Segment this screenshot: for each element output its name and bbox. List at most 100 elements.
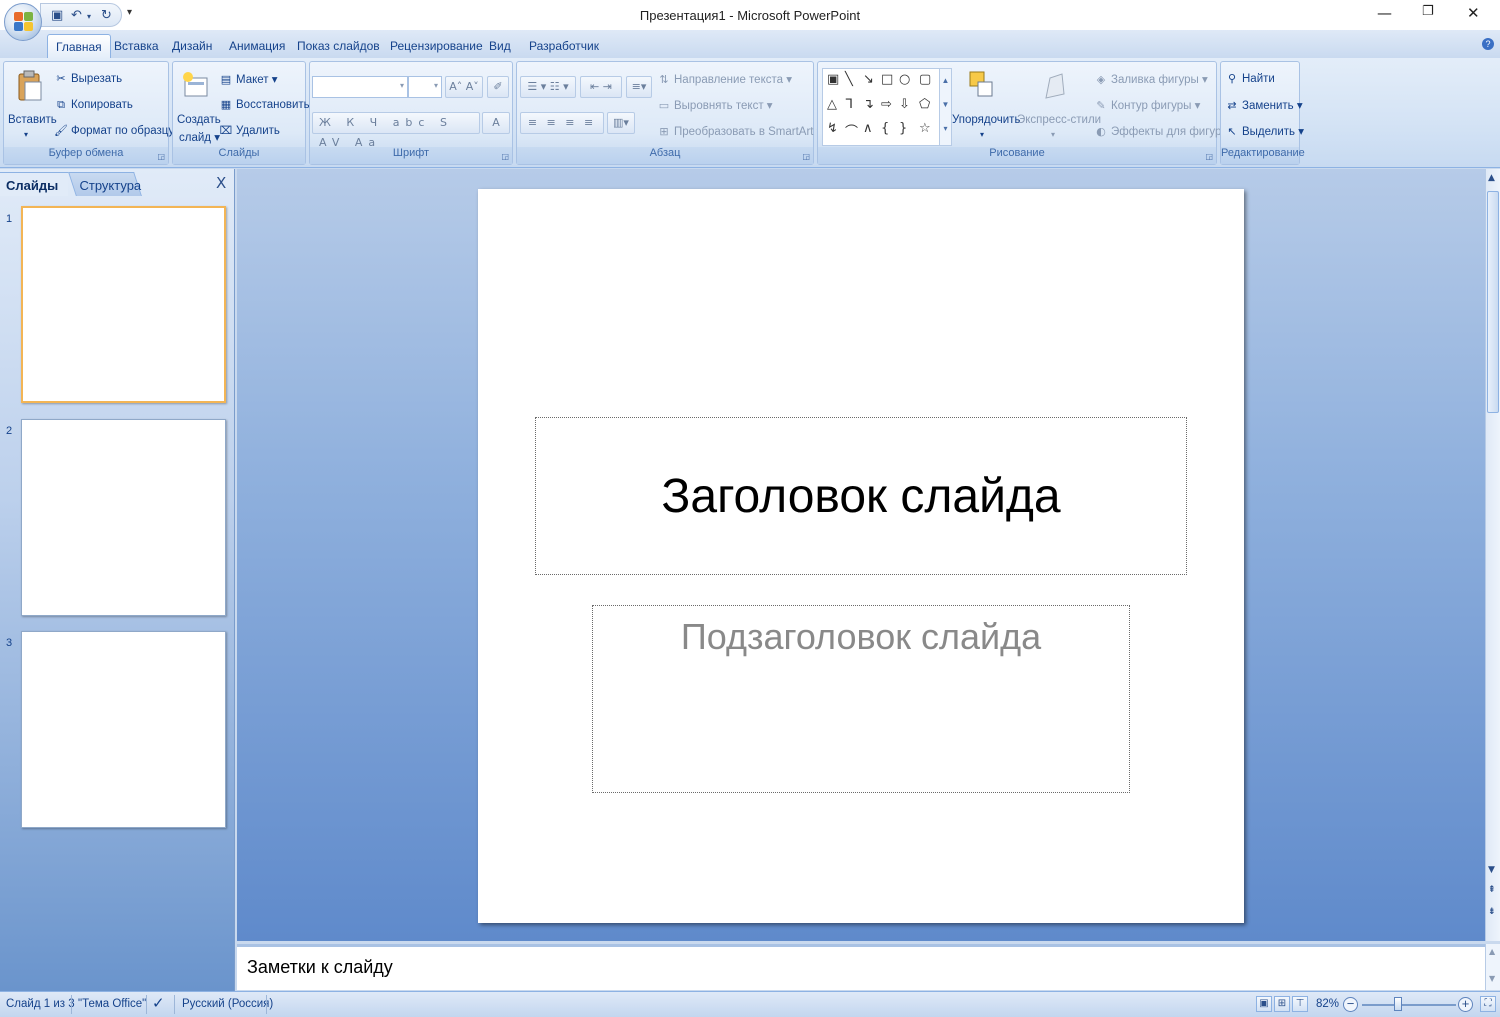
dialog-launcher-icon[interactable]: ◲ (1205, 152, 1213, 161)
line-shape-icon[interactable]: ╲ (845, 72, 853, 87)
close-panel-icon[interactable]: X (216, 174, 226, 192)
shape-fill-button[interactable]: ◈ Заливка фигуры ▾ (1094, 72, 1208, 86)
shapes-gallery-scroll[interactable]: ▲ ▼ ▾ (939, 69, 951, 145)
slide-sorter-view-icon[interactable]: ⊞ (1274, 996, 1290, 1012)
slide-canvas[interactable]: Заголовок слайда Подзаголовок слайда (478, 189, 1244, 923)
curve-shape-icon[interactable]: ∧ (863, 121, 873, 136)
freeform-shape-icon[interactable]: ↯ (827, 121, 838, 136)
down-arrow-shape-icon[interactable]: ⇩ (899, 97, 910, 112)
previous-slide-icon[interactable]: ⇞ (1488, 885, 1496, 895)
title-placeholder[interactable]: Заголовок слайда (535, 417, 1187, 575)
scroll-down-icon[interactable]: ▼ (1488, 865, 1495, 875)
dialog-launcher-icon[interactable]: ◲ (802, 152, 810, 161)
star-shape-icon[interactable]: ☆ (919, 121, 931, 136)
indent-icon[interactable]: ⇤ ⇥ (580, 76, 622, 98)
convert-smartart-button[interactable]: ⊞Преобразовать в SmartArt ▾ (657, 124, 822, 138)
tab-view[interactable]: Вид (489, 39, 511, 53)
find-button[interactable]: ⚲ Найти (1225, 72, 1275, 85)
align-text-button[interactable]: ▭ Выровнять текст ▾ (657, 98, 773, 112)
shape-outline-button[interactable]: ✎ Контур фигуры ▾ (1094, 98, 1200, 112)
font-size-combo[interactable]: ▾ (408, 76, 442, 98)
format-painter-button[interactable]: 🖌 Формат по образцу (54, 124, 174, 137)
normal-view-icon[interactable]: ▣ (1256, 996, 1272, 1012)
line-spacing-icon[interactable]: ≡▾ (626, 76, 652, 98)
tab-home[interactable]: Главная (47, 34, 111, 59)
right-brace-shape-icon[interactable]: } (899, 121, 907, 136)
textbox-shape-icon[interactable]: ▣ (827, 72, 839, 87)
arrange-icon[interactable] (968, 70, 996, 102)
font-style-buttons[interactable]: Ж К Ч abc S AV Aa (312, 112, 480, 149)
restore-icon[interactable]: ❐ (1422, 4, 1434, 19)
delete-slide-button[interactable]: ⌧ Удалить (219, 124, 280, 137)
scroll-thumb[interactable] (1487, 191, 1499, 413)
subtitle-placeholder[interactable]: Подзаголовок слайда (592, 605, 1130, 793)
bullets-icon[interactable]: ☰ ▾ ☷ ▾ (520, 76, 576, 98)
rounded-rect-shape-icon[interactable]: ▢ (919, 72, 931, 87)
vertical-scrollbar[interactable]: ▲ ▼ ⇞ ⇟ (1485, 169, 1500, 941)
font-color-icon[interactable]: A (482, 112, 510, 134)
dialog-launcher-icon[interactable]: ◲ (501, 152, 509, 161)
layout-button[interactable]: ▤ Макет ▾ (219, 72, 278, 86)
cut-button[interactable]: ✂ Вырезать (54, 72, 122, 85)
notes-placeholder[interactable]: Заметки к слайду (247, 957, 393, 978)
notes-scroll-up-icon[interactable]: ▲ (1489, 947, 1495, 956)
zoom-slider-track[interactable] (1362, 1004, 1456, 1006)
arc-shape-icon[interactable]: ⌒ (845, 121, 858, 140)
triangle-shape-icon[interactable]: △ (827, 97, 837, 112)
quick-styles-icon[interactable] (1040, 70, 1068, 102)
tab-review[interactable]: Рецензирование (390, 39, 483, 53)
quick-styles-button[interactable]: Экспресс-стили (1017, 114, 1101, 126)
paste-icon[interactable] (16, 70, 44, 102)
slide-thumbnail-2[interactable] (21, 419, 226, 616)
select-button[interactable]: ↖ Выделить ▾ (1225, 124, 1304, 138)
new-slide-button-line2[interactable]: слайд ▾ (179, 130, 220, 144)
paste-button[interactable]: Вставить (8, 114, 57, 126)
tab-outline-panel[interactable]: Структура (68, 172, 142, 196)
tab-developer[interactable]: Разработчик (529, 39, 599, 53)
slide-thumbnail-3[interactable] (21, 631, 226, 828)
arrange-button[interactable]: Упорядочить (952, 114, 1020, 126)
right-arrow-shape-icon[interactable]: ⇨ (881, 97, 892, 112)
pentagon-shape-icon[interactable]: ⬠ (919, 97, 930, 112)
tab-insert[interactable]: Вставка (114, 39, 159, 53)
rectangle-shape-icon[interactable]: □ (881, 72, 893, 87)
shape-effects-button[interactable]: ◐Эффекты для фигур ▾ (1094, 124, 1230, 138)
grow-shrink-font-button[interactable]: A˄ A˅ (445, 76, 483, 98)
language-indicator[interactable]: Русский (Россия) (182, 998, 273, 1010)
arrow-line-shape-icon[interactable]: ↘ (863, 72, 874, 87)
oval-shape-icon[interactable]: ○ (899, 72, 910, 87)
font-name-combo[interactable]: ▾ (312, 76, 408, 98)
reset-button[interactable]: ▦ Восстановить (219, 98, 310, 111)
notes-pane[interactable]: Заметки к слайду (237, 944, 1485, 990)
new-slide-button[interactable]: Создать (177, 114, 221, 126)
fit-to-window-icon[interactable]: ⛶ (1480, 996, 1496, 1012)
connector-shape-icon[interactable]: ᒣ (845, 97, 853, 112)
scroll-up-icon[interactable]: ▲ (1488, 173, 1495, 183)
zoom-level[interactable]: 82% (1316, 998, 1339, 1010)
slide-thumbnail-1[interactable] (21, 206, 226, 403)
left-brace-shape-icon[interactable]: { (881, 121, 889, 136)
tab-slideshow[interactable]: Показ слайдов (297, 39, 380, 53)
align-buttons[interactable]: ≡ ≡ ≡ ≡ (520, 112, 604, 134)
help-icon[interactable]: ? (1482, 38, 1494, 50)
arrange-dropdown-icon[interactable]: ▾ (980, 130, 984, 139)
next-slide-icon[interactable]: ⇟ (1488, 907, 1496, 917)
tab-slides-panel[interactable]: Слайды (0, 172, 68, 196)
notes-scroll-down-icon[interactable]: ▼ (1489, 974, 1495, 983)
zoom-out-icon[interactable]: − (1343, 997, 1358, 1012)
replace-button[interactable]: ⇄ Заменить ▾ (1225, 98, 1302, 112)
new-slide-icon[interactable] (181, 70, 209, 102)
zoom-slider-handle[interactable] (1394, 997, 1402, 1011)
paste-dropdown-icon[interactable]: ▾ (24, 130, 28, 139)
shapes-gallery[interactable]: ▣ ╲ ↘ □ ○ ▢ △ ᒣ ↴ ⇨ ⇩ ⬠ ↯ ⌒ ∧ { } ☆ ▲ ▼ ▾ (822, 68, 952, 146)
copy-button[interactable]: ⧉ Копировать (54, 98, 133, 112)
tab-design[interactable]: Дизайн (172, 39, 212, 53)
clear-format-icon[interactable]: ✐ (487, 76, 509, 98)
theme-name[interactable]: "Тема Office" (78, 998, 146, 1010)
tab-animation[interactable]: Анимация (229, 39, 285, 53)
notes-scrollbar[interactable]: ▲ ▼ (1485, 944, 1500, 990)
elbow-connector-shape-icon[interactable]: ↴ (863, 97, 874, 112)
quick-styles-dropdown-icon[interactable]: ▾ (1051, 130, 1055, 139)
close-icon[interactable]: ✕ (1467, 4, 1480, 22)
dialog-launcher-icon[interactable]: ◲ (157, 152, 165, 161)
